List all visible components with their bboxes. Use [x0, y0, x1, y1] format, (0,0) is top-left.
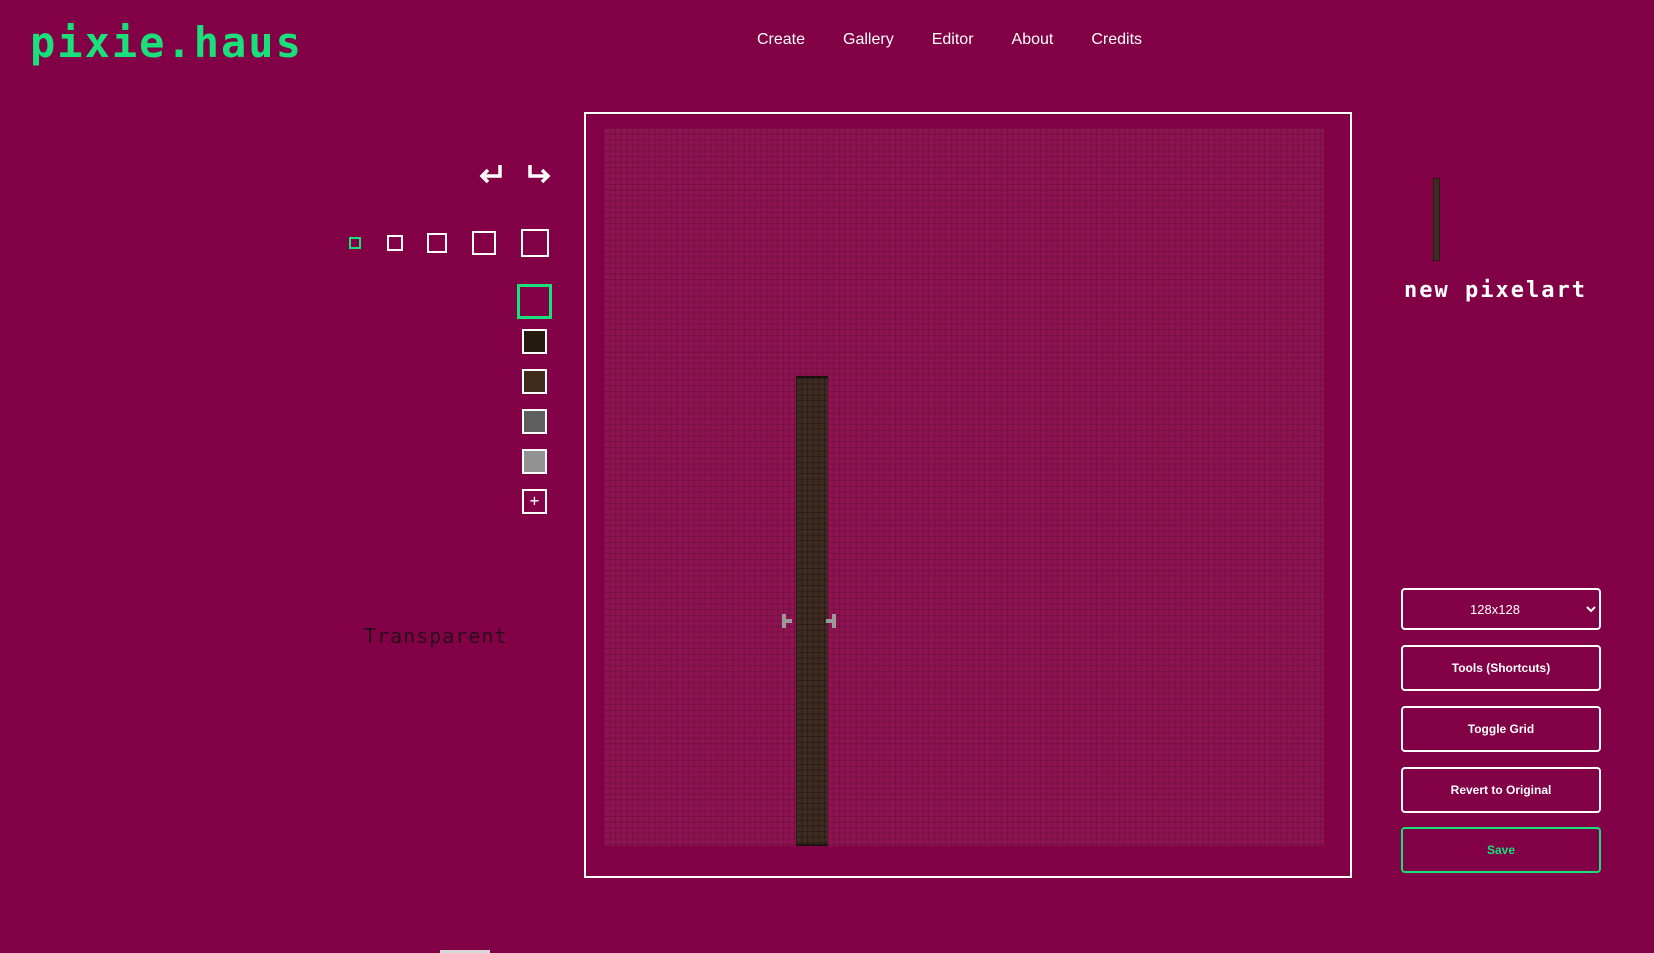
revert-to-original-button[interactable]: Revert to Original	[1401, 767, 1601, 813]
swatch-dark-gray[interactable]	[522, 409, 547, 434]
undo-redo-group	[478, 162, 552, 188]
pixel-canvas[interactable]	[604, 128, 1324, 846]
swatch-transparent[interactable]	[517, 284, 552, 319]
toggle-grid-button[interactable]: Toggle Grid	[1401, 706, 1601, 752]
nav-create[interactable]: Create	[757, 31, 805, 49]
canvas-size-select[interactable]: 128x128	[1401, 588, 1601, 630]
logo[interactable]: pixie.haus	[30, 18, 303, 67]
save-button[interactable]: Save	[1401, 827, 1601, 873]
active-color-name: Transparent	[364, 624, 508, 648]
art-title: new pixelart	[1404, 278, 1587, 303]
drawn-stroke	[796, 376, 828, 846]
brush-size-3[interactable]	[427, 233, 447, 253]
swatch-light-gray[interactable]	[522, 449, 547, 474]
tools-shortcuts-button[interactable]: Tools (Shortcuts)	[1401, 645, 1601, 691]
undo-arrow-icon[interactable]	[478, 162, 504, 188]
redo-arrow-icon[interactable]	[526, 162, 552, 188]
nav-editor[interactable]: Editor	[932, 31, 974, 49]
nav-about[interactable]: About	[1012, 31, 1054, 49]
left-resize-handle[interactable]	[782, 614, 792, 628]
brush-size-5[interactable]	[521, 229, 549, 257]
right-resize-handle[interactable]	[826, 614, 836, 628]
add-color-button[interactable]: +	[522, 489, 547, 514]
nav-credits[interactable]: Credits	[1091, 31, 1142, 49]
main-nav: Create Gallery Editor About Credits	[757, 31, 1142, 49]
brush-size-2[interactable]	[387, 235, 403, 251]
swatch-dark-brown[interactable]	[522, 329, 547, 354]
brush-size-1[interactable]	[349, 237, 361, 249]
brush-size-4[interactable]	[472, 231, 496, 255]
art-preview-thumbnail	[1433, 178, 1440, 261]
swatch-brown[interactable]	[522, 369, 547, 394]
nav-gallery[interactable]: Gallery	[843, 31, 894, 49]
canvas-frame	[584, 112, 1352, 878]
